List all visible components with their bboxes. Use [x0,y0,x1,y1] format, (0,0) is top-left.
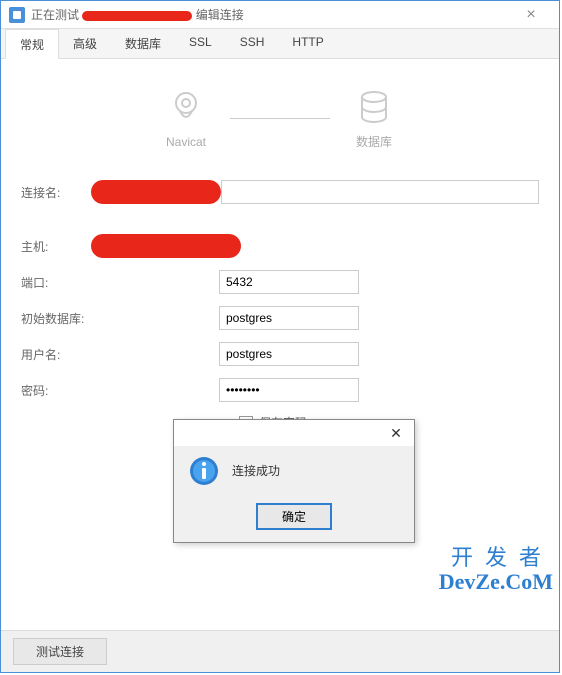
diagram-left-label: Navicat [166,135,206,149]
port-label: 端口: [21,274,101,291]
tab-general[interactable]: 常规 [5,29,59,59]
user-input[interactable] [219,342,359,366]
modal-message: 连接成功 [232,462,280,479]
watermark: 开发者 DevZe.CoM [439,546,553,594]
close-icon[interactable]: × [511,6,551,24]
redacted-host [91,234,241,258]
database-icon [354,87,394,127]
conn-name-input[interactable] [221,180,539,204]
pass-label: 密码: [21,382,101,399]
conn-name-label: 连接名: [21,184,101,201]
tab-bar: 常规 高级 数据库 SSL SSH HTTP [1,29,559,59]
diagram-right-label: 数据库 [356,133,392,150]
tab-ssl[interactable]: SSL [175,29,226,58]
window-title: 正在测试 编辑连接 [31,6,244,23]
content-area: Navicat 数据库 连接名: 主机: 端口: [1,59,559,630]
redacted-conn-name [91,180,221,204]
app-icon [9,7,25,23]
test-connection-button[interactable]: 测试连接 [13,638,107,665]
modal-close-icon[interactable]: ✕ [382,425,410,442]
success-dialog: ✕ 连接成功 确定 [173,419,415,543]
tab-database[interactable]: 数据库 [111,29,175,58]
tab-ssh[interactable]: SSH [226,29,279,58]
modal-titlebar: ✕ [174,420,414,446]
pass-input[interactable] [219,378,359,402]
tab-http[interactable]: HTTP [278,29,337,58]
initdb-label: 初始数据库: [21,310,101,327]
tab-advanced[interactable]: 高级 [59,29,111,58]
user-label: 用户名: [21,346,101,363]
info-icon [188,455,220,487]
connection-diagram: Navicat 数据库 [21,87,539,150]
diagram-connector [230,118,330,119]
titlebar: 正在测试 编辑连接 × [1,1,559,29]
host-label: 主机: [21,238,101,255]
modal-ok-button[interactable]: 确定 [256,503,332,530]
dialog-window: 正在测试 编辑连接 × 常规 高级 数据库 SSL SSH HTTP Navic… [0,0,560,673]
redacted-title [82,11,192,21]
footer-bar: 测试连接 [1,630,559,672]
initdb-input[interactable] [219,306,359,330]
port-input[interactable] [219,270,359,294]
navicat-icon [166,89,206,129]
